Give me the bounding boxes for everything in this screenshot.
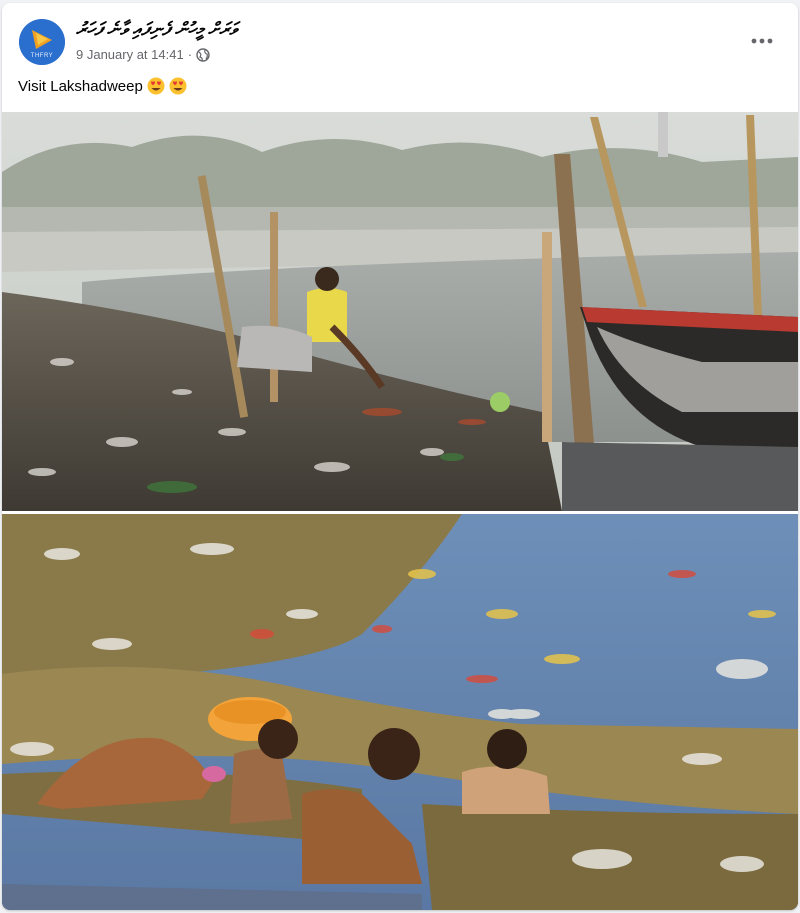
post-meta: 9 January at 14:41 · [76, 47, 210, 62]
post-photo-riverbank[interactable] [2, 112, 798, 511]
facebook-post-card: THFRY ވަރަށް މީހުން ފެނިފައި ވާނެ ފަހަރު… [2, 3, 798, 910]
post-text: Visit Lakshadweep [18, 77, 187, 95]
avatar-text: THFRY [30, 53, 54, 59]
meta-separator: · [187, 47, 193, 62]
post-text-content: Visit Lakshadweep [18, 77, 143, 95]
globe-icon[interactable] [196, 47, 210, 62]
more-options-button[interactable] [744, 27, 780, 55]
post-timestamp[interactable]: 9 January at 14:41 [76, 47, 184, 62]
heart-eyes-emoji [169, 77, 187, 95]
page-name-link[interactable]: ވަރަށް މީހުން ފެނިފައި ވާނެ ފަހަރު [76, 19, 237, 40]
post-photo-river-bathers[interactable] [2, 514, 798, 910]
heart-eyes-emoji [147, 77, 165, 95]
more-options-icon [751, 38, 773, 44]
page-avatar[interactable]: THFRY [19, 19, 65, 65]
